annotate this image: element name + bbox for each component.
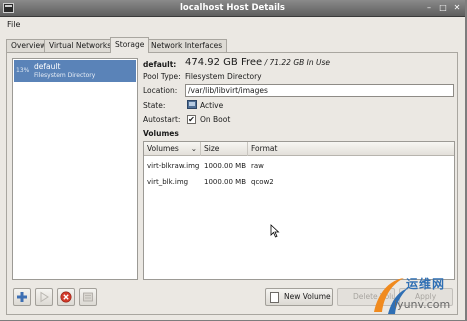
start-pool-button[interactable] (35, 288, 53, 306)
pool-size-free: 474.92 GB Free (185, 57, 263, 68)
pool-name-label: default: (143, 60, 177, 69)
autostart-value: On Boot (200, 115, 231, 124)
volume-size: 1000.00 MB (204, 162, 247, 170)
add-icon (17, 292, 27, 302)
volume-size: 1000.00 MB (204, 178, 247, 186)
new-document-icon (270, 292, 279, 303)
host-details-window: localhost Host Details – □ ✕ File Overvi… (0, 0, 467, 321)
pool-name: default (34, 62, 61, 71)
menubar: File (0, 17, 465, 32)
pool-type-label: Pool Type: (143, 72, 181, 81)
autostart-label: Autostart: (143, 115, 181, 124)
pool-type: Filesystem Directory (34, 72, 96, 79)
add-pool-button[interactable] (13, 288, 31, 306)
stop-icon (60, 291, 72, 303)
volumes-table[interactable]: Volumes ⌄ Size Format virt-blkraw.img 10… (143, 141, 455, 280)
pool-size-usage: / 71.22 GB In Use (262, 58, 331, 67)
menu-file[interactable]: File (7, 20, 20, 29)
play-icon (40, 291, 49, 303)
autostart-checkbox[interactable]: ✔ (187, 115, 196, 124)
pool-item-default[interactable]: 13% default Filesystem Directory (14, 60, 136, 82)
pool-size: 474.92 GB Free / 71.22 GB In Use (185, 57, 330, 68)
new-volume-button[interactable]: New Volume (265, 288, 333, 306)
volume-format: qcow2 (251, 178, 274, 186)
tab-storage[interactable]: Storage (110, 37, 150, 53)
column-header-size[interactable]: Size (201, 142, 248, 156)
volume-format: raw (251, 162, 264, 170)
state-value: Active (200, 101, 224, 110)
delete-icon (83, 292, 93, 302)
tab-virtual-networks[interactable]: Virtual Networks (44, 39, 117, 52)
tab-network-interfaces[interactable]: Network Interfaces (146, 39, 228, 52)
state-label: State: (143, 101, 166, 110)
volume-name: virt_blk.img (147, 178, 189, 186)
volume-name: virt-blkraw.img (147, 162, 200, 170)
pool-usage-percent: 13% (16, 67, 30, 74)
location-field[interactable]: /var/lib/libvirt/images (185, 84, 454, 97)
mouse-cursor-icon (270, 224, 280, 238)
maximize-icon[interactable]: □ (438, 3, 448, 13)
pool-type-value: Filesystem Directory (185, 72, 262, 81)
pool-list[interactable]: 13% default Filesystem Directory (12, 58, 138, 280)
column-header-volumes[interactable]: Volumes ⌄ (144, 142, 201, 156)
watermark-text: 运维网 (406, 277, 446, 291)
title-bar[interactable]: localhost Host Details – □ ✕ (0, 0, 465, 17)
column-header-format[interactable]: Format (248, 142, 454, 156)
table-row[interactable]: virt-blkraw.img 1000.00 MB raw (144, 159, 454, 175)
location-label: Location: (143, 86, 178, 95)
volumes-table-header: Volumes ⌄ Size Format (144, 142, 454, 156)
state-running-icon (187, 100, 197, 109)
minimize-icon[interactable]: – (424, 3, 434, 13)
watermark-url: iyunv.com (394, 298, 451, 311)
table-row[interactable]: virt_blk.img 1000.00 MB qcow2 (144, 175, 454, 191)
window-title: localhost Host Details (180, 3, 285, 13)
watermark-logo: 运维网 iyunv.com (368, 272, 463, 318)
volumes-heading: Volumes (143, 129, 179, 138)
close-icon[interactable]: ✕ (452, 3, 462, 13)
sort-chevron-down-icon: ⌄ (190, 144, 197, 153)
stop-pool-button[interactable] (57, 288, 75, 306)
delete-pool-button[interactable] (79, 288, 97, 306)
